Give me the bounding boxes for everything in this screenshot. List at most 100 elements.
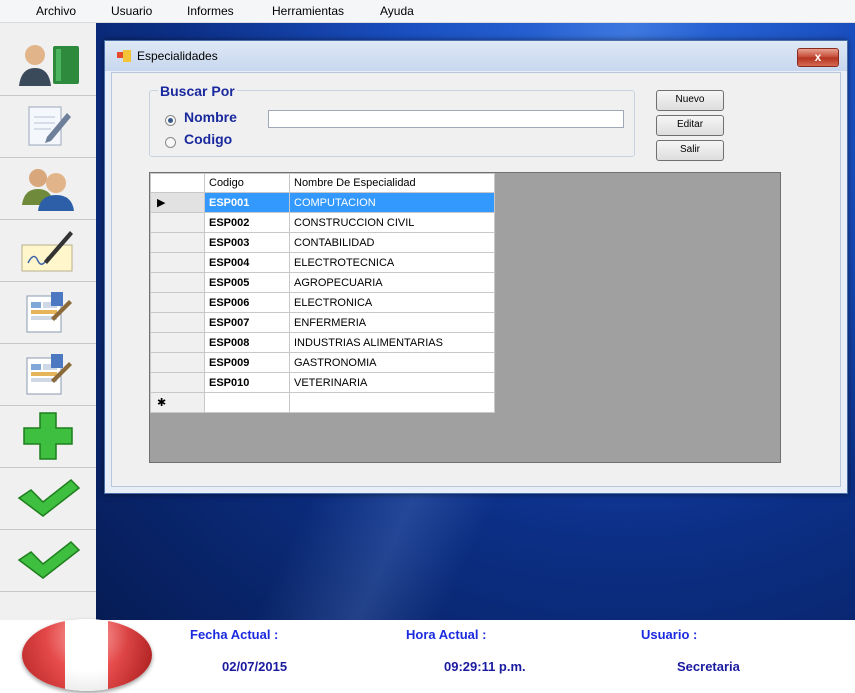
green-check-icon xyxy=(17,478,81,517)
close-icon: x xyxy=(814,50,822,64)
cell-code[interactable]: ESP010 xyxy=(204,372,290,393)
table-row[interactable]: ESP003 CONTABILIDAD xyxy=(150,232,495,253)
grid-header-row: Codigo Nombre De Especialidad xyxy=(150,173,495,193)
report-button-2[interactable] xyxy=(0,345,96,406)
especialidades-window: Especialidades x Buscar Por Nombre Codig… xyxy=(104,40,848,494)
menu-herramientas[interactable]: Herramientas xyxy=(272,4,344,18)
users-group-icon xyxy=(22,169,74,211)
cell-name[interactable]: COMPUTACION xyxy=(289,192,495,213)
table-row[interactable]: ▶ ESP001 COMPUTACION xyxy=(150,192,495,213)
radio-nombre[interactable] xyxy=(165,115,176,126)
user-value: Secretaria xyxy=(677,659,740,674)
grid-table: Codigo Nombre De Especialidad ▶ ESP001 COM… xyxy=(150,173,495,413)
row-header[interactable]: ▶ xyxy=(150,192,205,213)
cell-code[interactable]: ESP009 xyxy=(204,352,290,373)
accept-button-1[interactable] xyxy=(0,469,96,530)
spreadsheet-report-icon xyxy=(26,292,72,333)
cell-code[interactable]: ESP004 xyxy=(204,252,290,273)
date-value: 02/07/2015 xyxy=(222,659,288,674)
menu-bar: Archivo Usuario Informes Herramientas Ay… xyxy=(0,0,855,23)
cell-code[interactable]: ESP005 xyxy=(204,272,290,293)
cell-code[interactable]: ESP008 xyxy=(204,332,290,353)
date-label: Fecha Actual : xyxy=(190,627,279,642)
column-header-name[interactable]: Nombre De Especialidad xyxy=(289,173,495,193)
table-row[interactable]: ESP010 VETERINARIA xyxy=(150,372,495,393)
spreadsheet-report-icon xyxy=(26,354,72,395)
table-row[interactable]: ESP006 ELECTRONICA xyxy=(150,292,495,313)
edit-button[interactable]: Editar xyxy=(656,115,724,136)
signature-pen-button[interactable] xyxy=(0,221,96,282)
cell-name[interactable]: CONTABILIDAD xyxy=(289,232,495,253)
time-label: Hora Actual : xyxy=(406,627,487,642)
exit-button[interactable]: Salir xyxy=(656,140,724,161)
specialties-grid[interactable]: Codigo Nombre De Especialidad ▶ ESP001 COM… xyxy=(149,172,781,463)
radio-nombre-label[interactable]: Nombre xyxy=(184,109,237,125)
row-header[interactable] xyxy=(150,292,205,313)
green-plus-icon xyxy=(23,412,73,460)
row-header[interactable] xyxy=(150,352,205,373)
time-value: 09:29:11 p.m. xyxy=(444,659,526,674)
new-row-name[interactable] xyxy=(289,392,495,413)
menu-usuario[interactable]: Usuario xyxy=(111,4,152,18)
search-input[interactable] xyxy=(268,110,624,128)
notepad-edit-icon xyxy=(28,106,71,146)
table-row[interactable]: ESP007 ENFERMERIA xyxy=(150,312,495,333)
cell-code[interactable]: ESP007 xyxy=(204,312,290,333)
side-toolbar xyxy=(0,23,97,620)
cell-code[interactable]: ESP006 xyxy=(204,292,290,313)
cell-name[interactable]: ELECTRONICA xyxy=(289,292,495,313)
cell-name[interactable]: AGROPECUARIA xyxy=(289,272,495,293)
menu-ayuda[interactable]: Ayuda xyxy=(380,4,414,18)
close-button[interactable]: x xyxy=(797,48,839,67)
radio-codigo[interactable] xyxy=(165,137,176,148)
cell-name[interactable]: INDUSTRIAS ALIMENTARIAS xyxy=(289,332,495,353)
signature-pen-icon xyxy=(21,231,73,272)
cell-name[interactable]: VETERINARIA xyxy=(289,372,495,393)
new-row[interactable]: ✱ xyxy=(150,392,495,413)
notepad-edit-button[interactable] xyxy=(0,97,96,158)
row-header[interactable] xyxy=(150,212,205,233)
row-header[interactable] xyxy=(150,332,205,353)
peru-flag-button xyxy=(22,619,152,691)
cell-name[interactable]: ENFERMERIA xyxy=(289,312,495,333)
table-row[interactable]: ESP009 GASTRONOMIA xyxy=(150,352,495,373)
radio-codigo-label[interactable]: Codigo xyxy=(184,131,232,147)
user-label: Usuario : xyxy=(641,627,698,642)
menu-archivo[interactable]: Archivo xyxy=(36,4,76,18)
row-header[interactable] xyxy=(150,372,205,393)
users-book-icon xyxy=(19,45,79,86)
cell-name[interactable]: ELECTROTECNICA xyxy=(289,252,495,273)
cell-code[interactable]: ESP001 xyxy=(204,192,290,213)
mdi-desktop: Especialidades x Buscar Por Nombre Codig… xyxy=(96,23,855,620)
column-header-code[interactable]: Codigo xyxy=(204,173,290,193)
add-button[interactable] xyxy=(0,407,96,468)
table-row[interactable]: ESP004 ELECTROTECNICA xyxy=(150,252,495,273)
new-button[interactable]: Nuevo xyxy=(656,90,724,111)
row-header[interactable] xyxy=(150,312,205,333)
window-titlebar[interactable]: Especialidades x xyxy=(105,41,847,71)
cell-code[interactable]: ESP003 xyxy=(204,232,290,253)
form-icon xyxy=(117,50,131,62)
new-row-code[interactable] xyxy=(204,392,290,413)
table-row[interactable]: ESP008 INDUSTRIAS ALIMENTARIAS xyxy=(150,332,495,353)
row-header[interactable] xyxy=(150,252,205,273)
row-header[interactable] xyxy=(150,272,205,293)
cell-code[interactable]: ESP002 xyxy=(204,212,290,233)
report-button-1[interactable] xyxy=(0,283,96,344)
grid-body: ▶ ESP001 COMPUTACION ESP002 CONSTRUCCION CIV… xyxy=(150,192,495,413)
search-group-legend: Buscar Por xyxy=(158,83,237,99)
accept-button-2[interactable] xyxy=(0,531,96,592)
cell-name[interactable]: CONSTRUCCION CIVIL xyxy=(289,212,495,233)
window-client-area: Buscar Por Nombre Codigo Nuevo Editar Sa… xyxy=(111,72,841,487)
table-row[interactable]: ESP005 AGROPECUARIA xyxy=(150,272,495,293)
users-group-button[interactable] xyxy=(0,159,96,220)
cell-name[interactable]: GASTRONOMIA xyxy=(289,352,495,373)
users-book-button[interactable] xyxy=(0,35,96,96)
window-title: Especialidades xyxy=(137,49,218,63)
green-check-icon xyxy=(17,540,81,579)
menu-informes[interactable]: Informes xyxy=(187,4,234,18)
row-header-corner xyxy=(150,173,205,193)
row-header[interactable] xyxy=(150,232,205,253)
new-row-marker: ✱ xyxy=(150,392,205,413)
table-row[interactable]: ESP002 CONSTRUCCION CIVIL xyxy=(150,212,495,233)
